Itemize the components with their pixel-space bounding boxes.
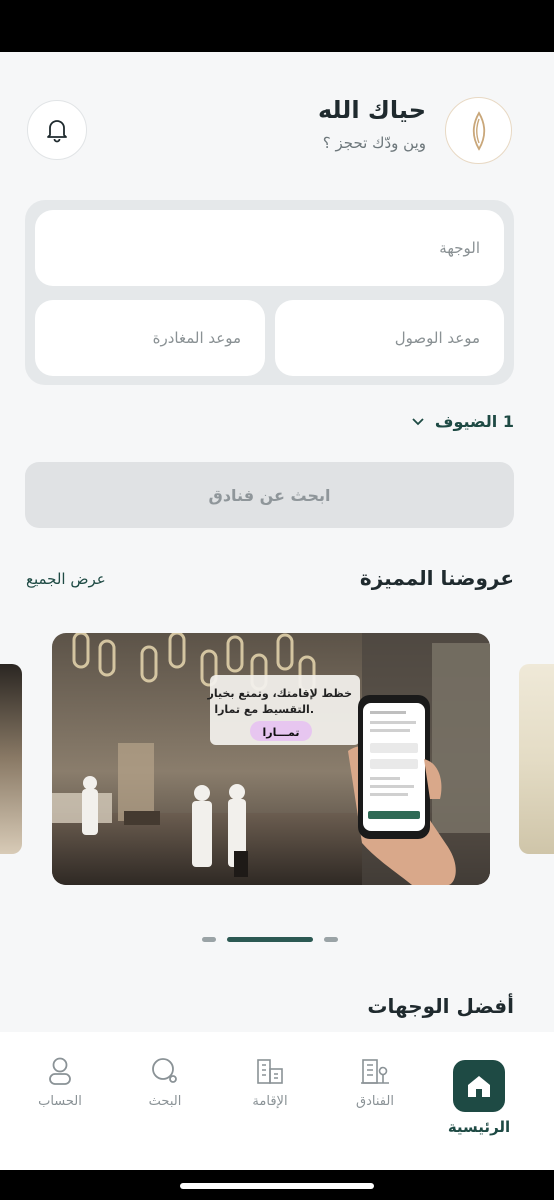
departure-date-placeholder: موعد المغادرة — [152, 329, 241, 347]
home-icon — [468, 1076, 490, 1097]
greeting-block: حياك الله وين ودّك تحجز ؟ — [318, 96, 426, 152]
pagination-dot[interactable] — [202, 937, 216, 942]
tab-account[interactable]: الحساب — [15, 1054, 105, 1109]
home-indicator[interactable] — [180, 1183, 374, 1189]
brand-logo-icon — [472, 110, 485, 151]
home-tile — [453, 1060, 505, 1112]
chevron-down-icon — [412, 417, 424, 425]
offer-card-next[interactable] — [519, 664, 554, 854]
greeting-title: حياك الله — [317, 96, 426, 124]
destinations-title: أفضل الوجهات — [367, 994, 514, 1018]
arrival-date-field[interactable]: موعد الوصول — [275, 300, 504, 376]
hotel-building-icon — [361, 1059, 389, 1084]
tab-search[interactable]: البحث — [120, 1054, 210, 1109]
carousel-pagination — [0, 937, 554, 943]
banner-brand: تمـــارا — [262, 726, 299, 739]
tab-residence[interactable]: الإقامة — [225, 1054, 315, 1109]
destination-field[interactable]: الوجهة — [35, 210, 504, 286]
tab-home[interactable]: الرئيسية — [434, 1060, 524, 1136]
tab-hotels[interactable]: الفنادق — [330, 1054, 420, 1109]
search-icon — [152, 1058, 177, 1083]
guests-selector[interactable]: 1 الضيوف — [411, 412, 514, 431]
tab-hotels-label: الفنادق — [356, 1094, 394, 1109]
offer-banner-image: خظط لإقامتك، وتمتع بخيار التقسيط مع تمار… — [52, 633, 490, 885]
search-hotels-button[interactable]: ابحث عن فنادق — [25, 462, 514, 528]
offers-title: عروضنا المميزة — [359, 566, 514, 590]
user-icon — [49, 1057, 71, 1085]
tab-residence-label: الإقامة — [252, 1094, 288, 1109]
tab-home-label: الرئيسية — [447, 1118, 511, 1136]
brand-logo — [445, 97, 512, 164]
search-panel: الوجهة موعد الوصول موعد المغادرة — [25, 200, 514, 385]
greeting-subtitle: وين ودّك تحجز ؟ — [322, 134, 426, 152]
view-all-link[interactable]: عرض الجميع — [26, 570, 106, 588]
residence-icon — [257, 1059, 283, 1084]
pagination-dot[interactable] — [324, 937, 338, 942]
banner-headline-2: التقسيط مع تمارا. — [214, 703, 314, 716]
departure-date-field[interactable]: موعد المغادرة — [35, 300, 265, 376]
tab-account-label: الحساب — [38, 1094, 82, 1109]
home-screen: حياك الله وين ودّك تحجز ؟ الوجهة موعد ال… — [0, 52, 554, 1170]
offer-card-previous[interactable] — [0, 664, 22, 854]
bell-icon — [47, 120, 67, 143]
arrival-date-placeholder: موعد الوصول — [394, 329, 480, 347]
offer-banner[interactable]: خظط لإقامتك، وتمتع بخيار التقسيط مع تمار… — [52, 633, 490, 885]
guests-label: 1 الضيوف — [434, 412, 514, 431]
banner-headline-1: خظط لإقامتك، وتمتع بخيار — [206, 687, 352, 700]
destination-placeholder: الوجهة — [439, 239, 480, 257]
tab-search-label: البحث — [148, 1094, 182, 1109]
notifications-button[interactable] — [27, 100, 87, 160]
pagination-dot-active[interactable] — [227, 937, 313, 942]
bottom-tab-bar: الرئيسية الفنادق الإقامة البحث الحساب — [0, 1032, 554, 1170]
